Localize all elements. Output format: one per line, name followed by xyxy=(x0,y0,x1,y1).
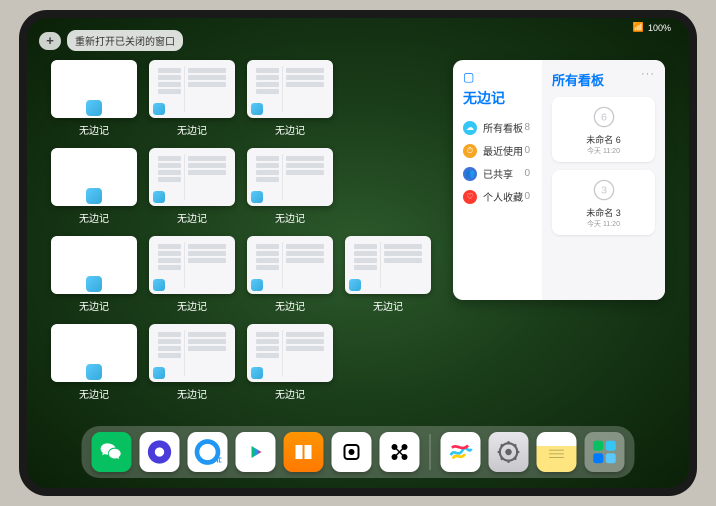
top-controls: + 重新打开已关闭的窗口 xyxy=(39,30,183,51)
thumbnail-preview xyxy=(149,60,235,118)
window-thumbnail[interactable]: 无边记 xyxy=(149,148,235,226)
apple-books-icon[interactable] xyxy=(284,432,324,472)
menu-item-count: 0 xyxy=(524,145,530,156)
stage-manager-workspace: 无边记无边记无边记无边记无边记无边记无边记无边记无边记无边记无边记无边记无边记 … xyxy=(51,60,665,418)
window-thumbnail[interactable]: 无边记 xyxy=(149,236,235,314)
thumbnail-preview xyxy=(149,324,235,382)
menu-item-label: 个人收藏 xyxy=(483,189,523,204)
freeform-icon[interactable] xyxy=(441,432,481,472)
window-thumbnail[interactable]: 无边记 xyxy=(247,60,333,138)
window-label: 无边记 xyxy=(275,210,305,225)
board-name: 未命名 3 xyxy=(586,206,621,219)
board-name: 未命名 6 xyxy=(586,133,621,146)
window-label: 无边记 xyxy=(275,298,305,313)
window-thumbnail[interactable]: 无边记 xyxy=(51,60,137,138)
thumbnail-preview xyxy=(149,148,235,206)
board-sketch-icon: 6 xyxy=(590,103,618,131)
window-label: 无边记 xyxy=(275,122,305,137)
thumbnail-preview xyxy=(51,60,137,118)
thumbnail-preview xyxy=(247,324,333,382)
thumbnail-preview xyxy=(51,148,137,206)
window-label: 无边记 xyxy=(79,298,109,313)
youku-icon[interactable] xyxy=(236,432,276,472)
board-time: 今天 11:20 xyxy=(587,219,620,229)
dice-app-icon[interactable] xyxy=(332,432,372,472)
window-thumbnail[interactable]: 无边记 xyxy=(345,236,431,314)
thumbnail-preview xyxy=(247,60,333,118)
menu-item-label: 所有看板 xyxy=(483,120,523,135)
window-thumbnail[interactable]: 无边记 xyxy=(149,324,235,402)
window-thumbnail[interactable]: 无边记 xyxy=(149,60,235,138)
menu-item-icon: ☁ xyxy=(463,121,477,135)
dock: HD xyxy=(82,426,635,478)
window-label: 无边记 xyxy=(79,386,109,401)
thumbnail-preview xyxy=(247,148,333,206)
notes-icon[interactable] xyxy=(537,432,577,472)
window-label: 无边记 xyxy=(177,210,207,225)
board-time: 今天 11:20 xyxy=(587,146,620,156)
thumbnail-preview xyxy=(51,236,137,294)
svg-text:6: 6 xyxy=(601,112,607,124)
ipad-frame: 📶 100% + 重新打开已关闭的窗口 无边记无边记无边记无边记无边记无边记无边… xyxy=(19,10,697,496)
menu-item-icon: 👥 xyxy=(463,167,477,181)
sidebar-menu-item[interactable]: ⏱ 最近使用0 xyxy=(463,139,532,162)
window-label: 无边记 xyxy=(177,122,207,137)
more-menu-icon[interactable]: ··· xyxy=(641,68,655,80)
sidebar-menu-item[interactable]: 👥 已共享 0 xyxy=(463,162,532,185)
window-thumbnail[interactable]: 无边记 xyxy=(247,148,333,226)
window-label: 无边记 xyxy=(275,386,305,401)
brave-browser-icon[interactable] xyxy=(140,432,180,472)
sidebar-menu-item[interactable]: ♡ 个人收藏0 xyxy=(463,185,532,208)
settings-icon[interactable] xyxy=(489,432,529,472)
window-thumbnail[interactable]: 无边记 xyxy=(51,324,137,402)
screen: 📶 100% + 重新打开已关闭的窗口 无边记无边记无边记无边记无边记无边记无边… xyxy=(27,18,689,488)
window-thumbnail[interactable]: 无边记 xyxy=(247,236,333,314)
reopen-closed-window-button[interactable]: 重新打开已关闭的窗口 xyxy=(67,30,183,51)
svg-text:3: 3 xyxy=(601,185,607,197)
menu-item-count: 0 xyxy=(524,168,530,179)
status-bar: 📶 100% xyxy=(633,22,671,33)
board-sketch-icon: 3 xyxy=(590,176,618,204)
xmind-icon[interactable] xyxy=(380,432,420,472)
dock-separator xyxy=(430,434,431,470)
window-thumbnail[interactable]: 无边记 xyxy=(51,148,137,226)
board-card[interactable]: 6 未命名 6今天 11:20 xyxy=(552,97,655,162)
menu-item-count: 0 xyxy=(524,191,530,202)
menu-item-label: 最近使用 xyxy=(483,143,523,158)
panel-title: 无边记 xyxy=(463,88,532,108)
menu-item-label: 已共享 xyxy=(483,166,513,181)
window-label: 无边记 xyxy=(177,298,207,313)
panel-content: ··· 所有看板 6未命名 6今天 11:203未命名 3今天 11:20 xyxy=(542,60,665,300)
board-card[interactable]: 3 未命名 3今天 11:20 xyxy=(552,170,655,235)
freeform-app-panel[interactable]: ▢ 无边记 ☁所有看板8⏱最近使用0👥已共享0♡个人收藏0 ··· 所有看板 6… xyxy=(453,60,665,300)
window-label: 无边记 xyxy=(177,386,207,401)
wifi-icon: 📶 xyxy=(633,22,644,33)
window-label: 无边记 xyxy=(373,298,403,313)
window-label: 无边记 xyxy=(79,122,109,137)
content-title: 所有看板 xyxy=(552,70,655,89)
thumbnail-preview xyxy=(247,236,333,294)
window-thumbnail[interactable]: 无边记 xyxy=(51,236,137,314)
sidebar-toggle-icon[interactable]: ▢ xyxy=(463,70,532,84)
window-thumbnail[interactable]: 无边记 xyxy=(247,324,333,402)
thumbnail-preview xyxy=(149,236,235,294)
wechat-icon[interactable] xyxy=(92,432,132,472)
menu-item-icon: ♡ xyxy=(463,190,477,204)
thumbnail-preview xyxy=(345,236,431,294)
thumbnail-preview xyxy=(51,324,137,382)
sidebar-menu-item[interactable]: ☁ 所有看板8 xyxy=(463,116,532,139)
window-label: 无边记 xyxy=(79,210,109,225)
windows-grid: 无边记无边记无边记无边记无边记无边记无边记无边记无边记无边记无边记无边记无边记 xyxy=(51,60,431,418)
panel-sidebar: ▢ 无边记 ☁所有看板8⏱最近使用0👥已共享0♡个人收藏0 xyxy=(453,60,542,300)
svg-text:HD: HD xyxy=(213,458,221,465)
menu-item-icon: ⏱ xyxy=(463,144,477,158)
new-window-button[interactable]: + xyxy=(39,32,61,50)
menu-item-count: 8 xyxy=(524,122,530,133)
app-folder-icon[interactable] xyxy=(585,432,625,472)
battery-label: 100% xyxy=(648,23,671,33)
qq-browser-icon[interactable]: HD xyxy=(188,432,228,472)
